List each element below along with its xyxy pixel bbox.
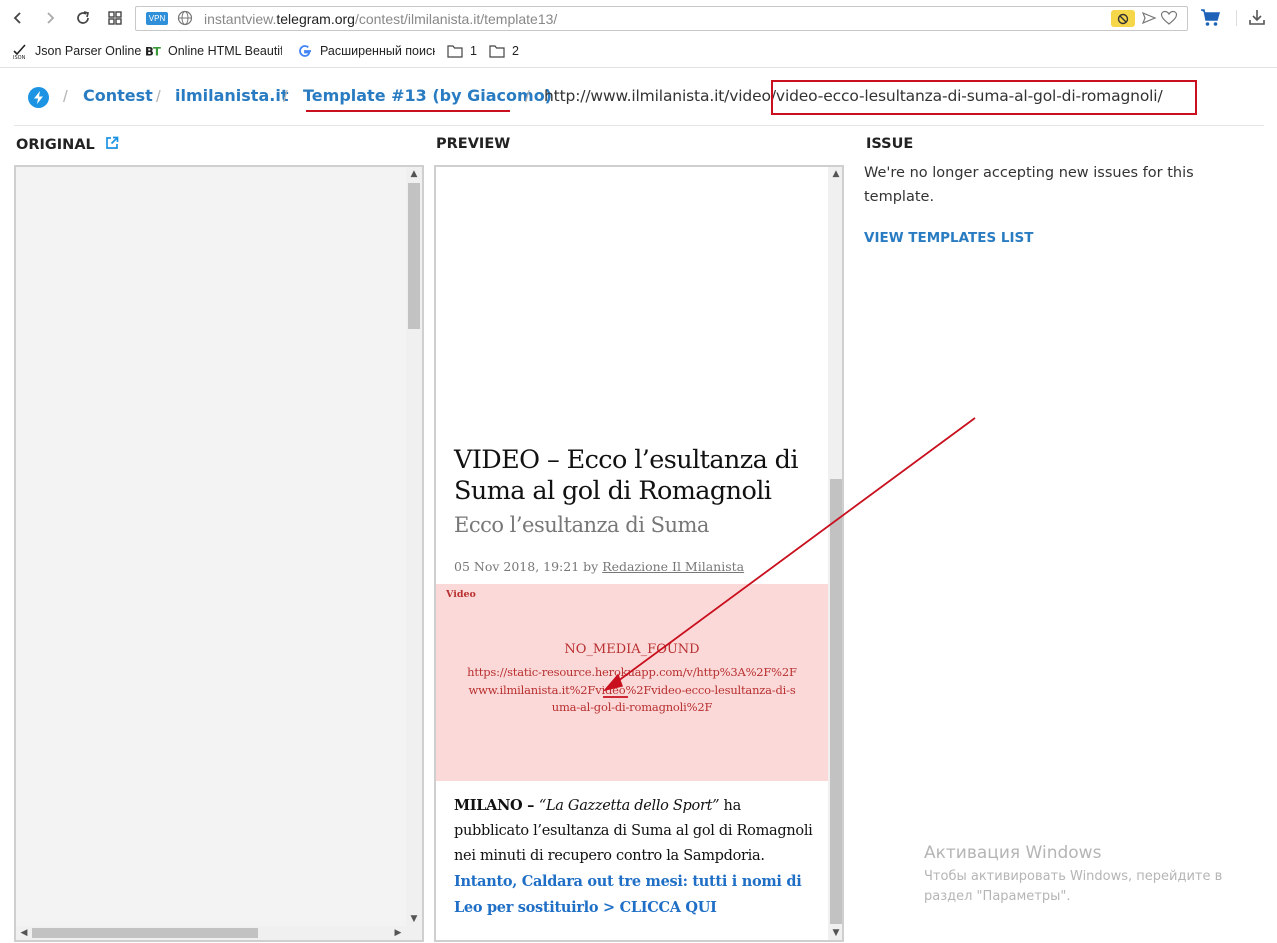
scrollbar-thumb[interactable] bbox=[830, 479, 842, 924]
view-templates-link[interactable]: VIEW TEMPLATES LIST bbox=[864, 230, 1033, 246]
issue-title: ISSUE bbox=[866, 136, 914, 152]
google-icon bbox=[297, 43, 313, 59]
external-link-icon[interactable] bbox=[105, 136, 119, 154]
breadcrumb-template[interactable]: Template #13 (by Giacomo) bbox=[303, 86, 552, 105]
bookmark-json-parser[interactable]: JSON Json Parser Online bbox=[12, 42, 141, 60]
scroll-down-icon[interactable]: ▼ bbox=[406, 912, 422, 926]
related-article-link[interactable]: Intanto, Caldara out tre mesi: tutti i n… bbox=[454, 873, 802, 916]
preview-frame[interactable]: VIDEO – Ecco l’esultanza di Suma al gol … bbox=[434, 165, 844, 942]
browser-toolbar: VPN instantview.telegram.org/contest/ilm… bbox=[0, 0, 1277, 36]
breadcrumb-separator: / bbox=[525, 87, 530, 106]
heart-icon[interactable] bbox=[1160, 10, 1178, 26]
download-icon[interactable] bbox=[1248, 8, 1266, 28]
annotation-underline bbox=[306, 110, 510, 112]
block-icon[interactable] bbox=[1111, 10, 1135, 27]
svg-text:T: T bbox=[153, 44, 161, 58]
annotation-box bbox=[771, 80, 1197, 115]
original-title: ORIGINAL bbox=[16, 136, 119, 154]
json-icon: JSON bbox=[12, 43, 28, 59]
breadcrumb-site[interactable]: ilmilanista.it bbox=[175, 86, 288, 105]
bookmarks-bar: JSON Json Parser Online BT Online HTML B… bbox=[0, 36, 1277, 68]
original-frame[interactable]: ▲ ▼ ◀ ▶ bbox=[14, 165, 424, 942]
cart-icon[interactable] bbox=[1200, 8, 1222, 28]
issue-message: We're no longer accepting new issues for… bbox=[864, 165, 1194, 205]
original-vertical-scrollbar[interactable]: ▲ ▼ bbox=[406, 167, 422, 926]
screen: VPN instantview.telegram.org/contest/ilm… bbox=[0, 0, 1277, 943]
activation-watermark-title: Активация Windows bbox=[924, 843, 1102, 863]
globe-icon bbox=[177, 10, 193, 26]
folder-icon bbox=[489, 43, 505, 59]
breadcrumb-separator: / bbox=[283, 87, 288, 106]
bookmark-html-beautifier[interactable]: BT Online HTML Beautifi bbox=[145, 42, 282, 60]
preview-vertical-scrollbar[interactable]: ▲ ▼ bbox=[828, 167, 842, 940]
breadcrumb-separator: / bbox=[63, 87, 68, 106]
preview-title: PREVIEW bbox=[436, 136, 511, 152]
svg-text:JSON: JSON bbox=[12, 55, 26, 59]
scroll-down-icon[interactable]: ▼ bbox=[828, 926, 842, 940]
scroll-up-icon[interactable]: ▲ bbox=[406, 167, 422, 181]
speed-dial-icon[interactable] bbox=[103, 6, 127, 30]
lightning-icon[interactable] bbox=[28, 87, 49, 108]
vpn-badge[interactable]: VPN bbox=[146, 12, 168, 25]
header-divider bbox=[14, 125, 1264, 126]
bt-icon: BT bbox=[145, 43, 161, 59]
breadcrumb-contest[interactable]: Contest bbox=[83, 86, 153, 105]
back-icon[interactable] bbox=[6, 6, 30, 30]
article-body: MILANO – “La Gazzetta dello Sport” ha pu… bbox=[454, 797, 813, 916]
article-meta: 05 Nov 2018, 19:21 by Redazione Il Milan… bbox=[454, 559, 745, 574]
author-link[interactable]: Redazione Il Milanista bbox=[602, 559, 744, 574]
activation-watermark-text: Чтобы активировать Windows, перейдите в … bbox=[924, 869, 1223, 904]
scrollbar-thumb[interactable] bbox=[32, 928, 258, 938]
media-error-block: Video NO_MEDIA_FOUND https://static-reso… bbox=[436, 584, 828, 781]
bookmark-folder-2[interactable]: 2 bbox=[489, 42, 519, 60]
media-error-url: https://static-resource.herokuapp.com/v/… bbox=[467, 665, 797, 714]
article-subtitle: Ecco l’esultanza di Suma bbox=[454, 513, 709, 537]
scroll-right-icon[interactable]: ▶ bbox=[390, 926, 406, 940]
reload-icon[interactable] bbox=[71, 6, 95, 30]
scrollbar-thumb[interactable] bbox=[408, 183, 420, 329]
media-tag: Video bbox=[446, 589, 476, 600]
scroll-up-icon[interactable]: ▲ bbox=[828, 167, 842, 181]
scroll-left-icon[interactable]: ◀ bbox=[16, 926, 32, 940]
original-horizontal-scrollbar[interactable]: ◀ ▶ bbox=[16, 926, 422, 940]
address-bar[interactable]: VPN instantview.telegram.org/contest/ilm… bbox=[135, 6, 1188, 31]
article-title: VIDEO – Ecco l’esultanza di Suma al gol … bbox=[454, 445, 799, 506]
send-icon[interactable] bbox=[1141, 10, 1157, 26]
media-error-code: NO_MEDIA_FOUND bbox=[564, 642, 700, 657]
breadcrumb-separator: / bbox=[156, 87, 161, 106]
bookmark-folder-1[interactable]: 1 bbox=[447, 42, 477, 60]
url-text[interactable]: instantview.telegram.org/contest/ilmilan… bbox=[204, 11, 557, 27]
folder-icon bbox=[447, 43, 463, 59]
forward-icon[interactable] bbox=[38, 6, 62, 30]
toolbar-divider bbox=[1236, 10, 1237, 26]
bookmark-google-search[interactable]: Расширенный поиск bbox=[297, 42, 435, 60]
